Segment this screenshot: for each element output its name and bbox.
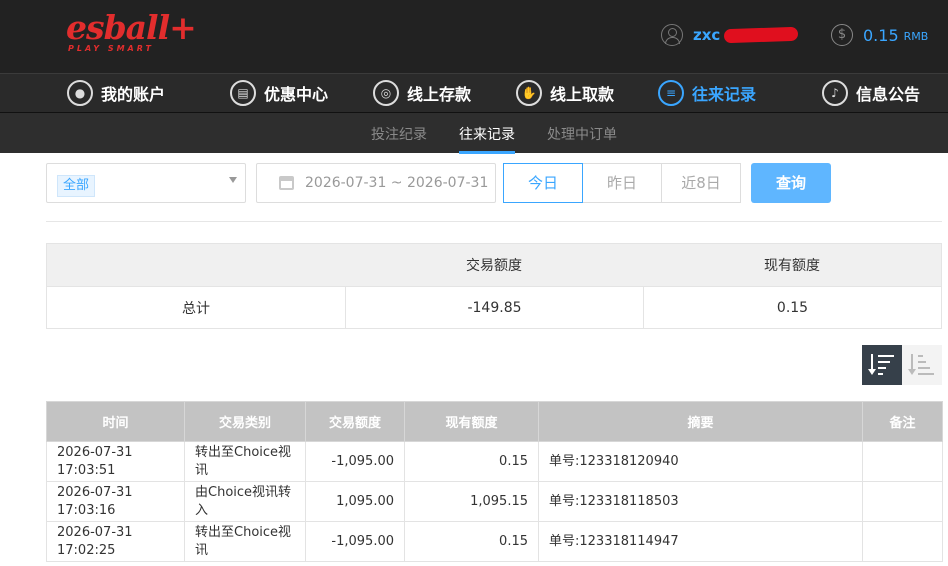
nav-label: 线上存款 bbox=[407, 85, 472, 104]
main-nav: ● 我的账户 ▤ 优惠中心 ◎ 线上存款 ✋ 线上取款 ≡ 往来记录 ♪ 信息公… bbox=[0, 73, 948, 113]
user-icon: ● bbox=[67, 80, 93, 106]
date-range-picker[interactable]: 2026-07-31 ~ 2026-07-31 bbox=[256, 163, 496, 203]
summary-header-blank bbox=[47, 244, 345, 286]
cell-time: 2026-07-31 17:02:25 bbox=[46, 521, 185, 562]
cell-balance: 1,095.15 bbox=[404, 481, 539, 522]
tab-pending-orders[interactable]: 处理中订单 bbox=[547, 124, 617, 144]
calendar-icon bbox=[279, 176, 294, 190]
esball-logo[interactable]: esball+ PLAY SMART bbox=[66, 8, 197, 54]
balance-currency: RMB bbox=[903, 30, 929, 43]
divider bbox=[46, 221, 942, 222]
nav-label: 我的账户 bbox=[101, 85, 166, 104]
cell-amount: -1,095.00 bbox=[305, 521, 405, 562]
cell-balance: 0.15 bbox=[404, 521, 539, 562]
date-range-value: 2026-07-31 ~ 2026-07-31 bbox=[305, 175, 489, 191]
col-note: 备注 bbox=[862, 401, 943, 442]
summary-header-amount: 交易额度 bbox=[466, 258, 522, 274]
summary-total-amount: -149.85 bbox=[345, 287, 643, 328]
nav-records[interactable]: ≡ 往来记录 bbox=[658, 80, 756, 106]
redaction-mark bbox=[724, 26, 799, 44]
tab-transaction-records[interactable]: 往来记录 bbox=[459, 124, 515, 154]
cell-time: 2026-07-31 17:03:51 bbox=[46, 441, 185, 482]
sort-descending-icon bbox=[868, 353, 895, 377]
user-account[interactable]: zxc bbox=[661, 24, 799, 46]
cell-amount: -1,095.00 bbox=[305, 441, 405, 482]
sub-nav: 投注纪录 往来记录 处理中订单 bbox=[0, 113, 948, 154]
cell-note bbox=[862, 481, 943, 522]
deposit-icon: ◎ bbox=[373, 80, 399, 106]
sort-ascending-icon bbox=[908, 353, 935, 377]
records-icon: ≡ bbox=[658, 80, 684, 106]
balance-value: 0.15 bbox=[863, 25, 899, 45]
cell-summary: 单号:123318118503 bbox=[538, 481, 863, 522]
summary-total-balance: 0.15 bbox=[643, 287, 941, 328]
table-row: 2026-07-31 17:03:16 由Choice视讯转入 1,095.00… bbox=[46, 481, 943, 522]
sort-descending-button[interactable] bbox=[862, 345, 902, 385]
logo-main-text: esball+ bbox=[66, 8, 197, 47]
table-row: 2026-07-31 17:02:25 转出至Choice视讯 -1,095.0… bbox=[46, 521, 943, 562]
range-yesterday-button[interactable]: 昨日 bbox=[582, 163, 662, 203]
chevron-down-icon bbox=[229, 177, 237, 183]
account-balance: $ 0.15 RMB bbox=[831, 24, 928, 46]
nav-withdraw[interactable]: ✋ 线上取款 bbox=[516, 80, 614, 106]
selected-type-tag: 全部 bbox=[57, 175, 96, 197]
table-header-row: 时间 交易类别 交易额度 现有额度 摘要 备注 bbox=[46, 401, 943, 442]
nav-announcements[interactable]: ♪ 信息公告 bbox=[822, 80, 920, 106]
col-amount: 交易额度 bbox=[305, 401, 405, 442]
col-type: 交易类别 bbox=[184, 401, 306, 442]
gift-icon: ▤ bbox=[230, 80, 256, 106]
tab-bet-records[interactable]: 投注纪录 bbox=[371, 124, 427, 144]
sort-ascending-button[interactable] bbox=[902, 345, 942, 385]
nav-label: 线上取款 bbox=[550, 85, 615, 104]
nav-label: 优惠中心 bbox=[264, 85, 329, 104]
col-summary: 摘要 bbox=[538, 401, 863, 442]
user-circle-icon bbox=[661, 24, 683, 46]
cell-summary: 单号:123318114947 bbox=[538, 521, 863, 562]
bell-icon: ♪ bbox=[822, 80, 848, 106]
cell-type: 转出至Choice视讯 bbox=[184, 441, 306, 482]
nav-deposit[interactable]: ◎ 线上存款 bbox=[373, 80, 471, 106]
dollar-coin-icon: $ bbox=[831, 24, 853, 46]
top-bar: esball+ PLAY SMART zxc $ 0.15 RMB bbox=[0, 0, 948, 73]
cell-note bbox=[862, 441, 943, 482]
cell-note bbox=[862, 521, 943, 562]
summary-table: 交易额度 现有额度 总计 -149.85 0.15 bbox=[46, 243, 942, 329]
range-today-button[interactable]: 今日 bbox=[503, 163, 583, 203]
col-time: 时间 bbox=[46, 401, 185, 442]
table-row: 2026-07-31 17:03:51 转出至Choice视讯 -1,095.0… bbox=[46, 441, 943, 482]
transaction-type-select[interactable]: 全部 bbox=[46, 163, 246, 203]
summary-header-balance: 现有额度 bbox=[764, 258, 820, 274]
nav-my-account[interactable]: ● 我的账户 bbox=[67, 80, 165, 106]
nav-promotions[interactable]: ▤ 优惠中心 bbox=[230, 80, 328, 106]
cell-type: 转出至Choice视讯 bbox=[184, 521, 306, 562]
username: zxc bbox=[693, 26, 721, 44]
summary-total-row: 总计 -149.85 0.15 bbox=[47, 286, 941, 328]
cell-type: 由Choice视讯转入 bbox=[184, 481, 306, 522]
summary-total-label: 总计 bbox=[182, 300, 210, 317]
cell-amount: 1,095.00 bbox=[305, 481, 405, 522]
summary-header: 交易额度 现有额度 bbox=[47, 244, 941, 286]
cell-summary: 单号:123318120940 bbox=[538, 441, 863, 482]
records-table: 时间 交易类别 交易额度 现有额度 摘要 备注 2026-07-31 17:03… bbox=[46, 401, 943, 562]
withdraw-icon: ✋ bbox=[516, 80, 542, 106]
nav-label: 信息公告 bbox=[856, 85, 921, 104]
nav-label: 往来记录 bbox=[692, 85, 757, 104]
query-button[interactable]: 查询 bbox=[751, 163, 831, 203]
col-balance: 现有额度 bbox=[404, 401, 539, 442]
cell-time: 2026-07-31 17:03:16 bbox=[46, 481, 185, 522]
cell-balance: 0.15 bbox=[404, 441, 539, 482]
range-8days-button[interactable]: 近8日 bbox=[661, 163, 741, 203]
